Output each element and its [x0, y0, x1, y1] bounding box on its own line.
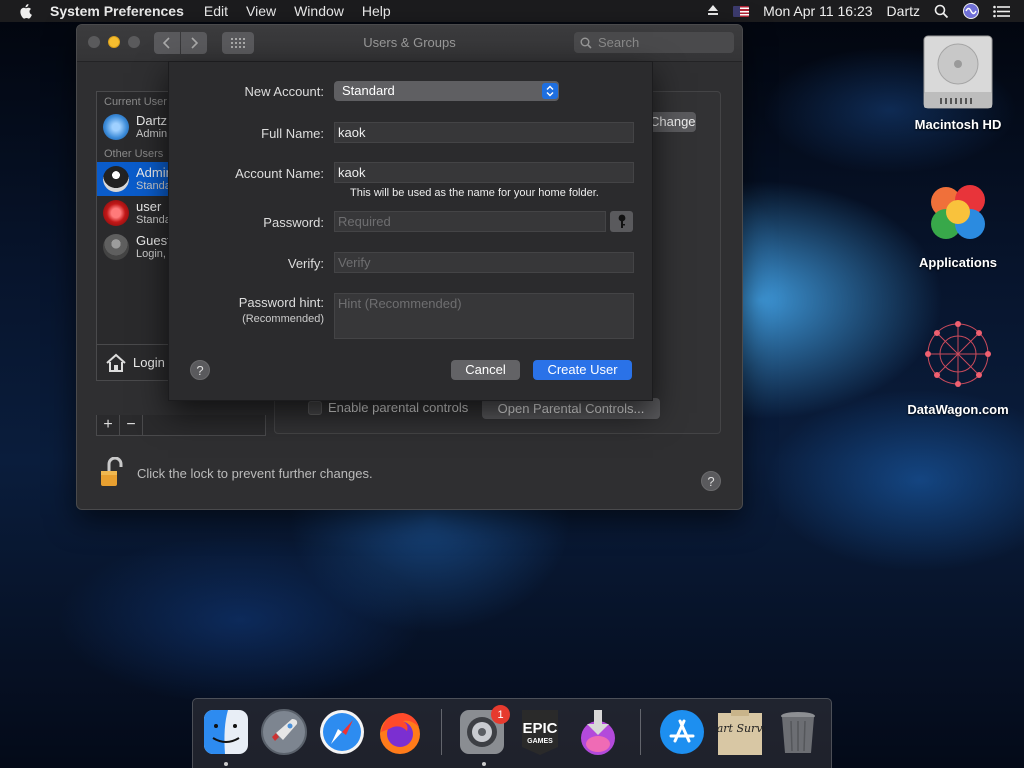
eject-icon[interactable]	[707, 3, 719, 19]
account-type-value: Standard	[342, 83, 395, 98]
menu-edit[interactable]: Edit	[204, 3, 228, 19]
open-parental-controls-button[interactable]: Open Parental Controls...	[482, 398, 660, 419]
lock-text: Click the lock to prevent further change…	[137, 465, 373, 481]
house-icon	[106, 353, 126, 372]
parental-controls-row: Enable parental controls	[308, 400, 468, 415]
applications-icon	[931, 185, 985, 239]
full-name-label: Full Name:	[261, 126, 324, 141]
change-password-button[interactable]: Change Password...	[648, 112, 696, 132]
password-hint-field[interactable]: Hint (Recommended)	[334, 293, 634, 339]
datawagon-network-icon	[925, 321, 991, 387]
home-folder-hint: This will be used as the name for your h…	[350, 187, 599, 199]
search-input[interactable]	[598, 35, 718, 50]
parental-controls-checkbox[interactable]	[308, 400, 322, 415]
password-label: Password:	[263, 215, 324, 230]
account-name-field[interactable]: kaok	[334, 162, 634, 183]
search-icon	[580, 37, 592, 49]
dock-firefox[interactable]	[375, 707, 425, 757]
password-hint-label-text: Password hint:	[238, 295, 324, 310]
epic-games-icon: EPIC GAMES	[522, 710, 558, 755]
safari-compass-icon	[320, 710, 364, 754]
apple-menu-icon[interactable]	[18, 3, 36, 19]
sheet-help-button[interactable]: ?	[190, 360, 210, 380]
avatar	[103, 200, 129, 226]
finder-icon	[204, 710, 248, 754]
hard-drive-icon	[923, 35, 993, 109]
running-indicator	[482, 762, 486, 766]
notification-badge: 1	[491, 705, 510, 724]
desktop-icon-label: Macintosh HD	[914, 117, 1002, 132]
dock-launchpad[interactable]	[259, 707, 309, 757]
password-field[interactable]: Required	[334, 211, 606, 232]
user-role: Admin	[136, 127, 168, 140]
menu-user-name[interactable]: Dartz	[887, 3, 920, 19]
siri-icon[interactable]	[963, 3, 979, 19]
avatar	[103, 234, 129, 260]
menu-app-name[interactable]: System Preferences	[50, 3, 184, 19]
desktop-icon-applications[interactable]: Applications	[898, 176, 1018, 270]
password-hint-sublabel: (Recommended)	[242, 313, 324, 325]
dock-installer[interactable]	[573, 707, 623, 757]
full-name-field[interactable]: kaok	[334, 122, 634, 143]
desktop-icon-macintosh-hd[interactable]: Macintosh HD	[898, 32, 1018, 132]
password-hint-label: Password hint: (Recommended)	[239, 295, 324, 325]
dock-app-store[interactable]	[657, 707, 707, 757]
dock-system-preferences[interactable]: 1	[457, 705, 510, 757]
help-button[interactable]: ?	[701, 471, 721, 491]
survey-note-icon: Start Survey	[705, 710, 776, 755]
lock-area: Click the lock to prevent further change…	[99, 457, 373, 489]
create-user-button[interactable]: Create User	[533, 360, 632, 380]
app-store-icon	[660, 710, 704, 754]
launchpad-rocket-icon	[261, 709, 307, 755]
notification-center-icon[interactable]	[993, 5, 1010, 18]
dock-separator	[640, 709, 641, 755]
avatar	[103, 166, 129, 192]
menu-bar: System Preferences Edit View Window Help…	[0, 0, 1024, 22]
search-field[interactable]	[574, 32, 734, 53]
desktop-icon-datawagon[interactable]: DataWagon.com	[898, 313, 1018, 417]
us-flag-input-icon[interactable]	[733, 5, 750, 17]
menu-window[interactable]: Window	[294, 3, 344, 19]
key-icon	[618, 214, 625, 228]
verify-label: Verify:	[287, 256, 324, 271]
list-controls: + −	[96, 415, 266, 436]
dock-safari[interactable]	[317, 707, 367, 757]
spotlight-search-icon[interactable]	[934, 4, 949, 19]
dock-trash[interactable]	[773, 707, 823, 757]
trash-icon	[781, 712, 815, 753]
account-name-label: Account Name:	[235, 166, 324, 181]
svg-text:EPIC: EPIC	[522, 720, 557, 737]
download-installer-icon	[581, 710, 615, 755]
menu-clock[interactable]: Mon Apr 11 16:23	[763, 3, 872, 19]
cancel-button[interactable]: Cancel	[451, 360, 520, 380]
parental-controls-label: Enable parental controls	[328, 400, 469, 415]
users-groups-window: Users & Groups Current User Dartz Admin …	[76, 24, 743, 510]
dock-start-survey[interactable]: Start Survey	[705, 707, 776, 757]
window-titlebar: Users & Groups	[77, 25, 742, 62]
dock: 1 EPIC GAMES Start Survey	[192, 698, 832, 768]
desktop-icon-label: Applications	[918, 255, 997, 270]
svg-text:GAMES: GAMES	[527, 738, 553, 745]
new-account-sheet: New Account: Standard Full Name: kaok Ac…	[168, 61, 653, 401]
user-name: Dartz	[136, 112, 168, 128]
password-assistant-button[interactable]	[610, 211, 633, 232]
menu-view[interactable]: View	[246, 3, 276, 19]
account-type-popup[interactable]: Standard	[334, 81, 559, 101]
avatar	[103, 114, 129, 140]
dock-separator	[441, 709, 442, 755]
desktop-icon-label: DataWagon.com	[907, 402, 1009, 417]
remove-user-button[interactable]: −	[120, 415, 143, 435]
dock-epic-games[interactable]: EPIC GAMES	[515, 707, 565, 757]
svg-text:Start Survey: Start Survey	[715, 722, 765, 735]
lock-open-icon[interactable]	[99, 457, 123, 489]
running-indicator	[224, 762, 228, 766]
popup-arrows-icon	[542, 83, 558, 99]
dock-finder[interactable]	[201, 707, 251, 757]
add-user-button[interactable]: +	[97, 415, 120, 435]
verify-field[interactable]: Verify	[334, 252, 634, 273]
menu-help[interactable]: Help	[362, 3, 391, 19]
new-account-label: New Account:	[244, 84, 325, 99]
firefox-icon	[380, 713, 420, 754]
